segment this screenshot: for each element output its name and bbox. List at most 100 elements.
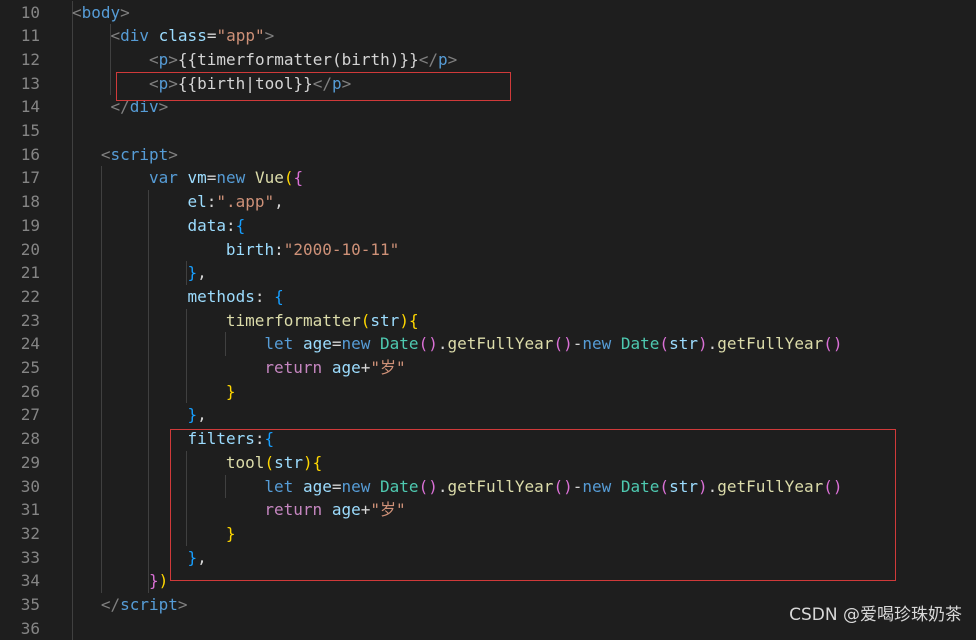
code-token: new [216,168,245,187]
code-token: Date [621,334,660,353]
line-code: <p>{{timerformatter(birth)}}</p> [149,48,457,72]
line-number: 18 [0,190,40,214]
code-token: > [265,26,275,45]
code-token: > [120,3,130,22]
code-token: ) [698,334,708,353]
code-token [322,358,332,377]
code-token: . [708,334,718,353]
line-number: 27 [0,403,40,427]
code-token: let [264,334,293,353]
code-token: ( [361,311,371,330]
code-token: str [669,334,698,353]
code-token: ( [284,168,294,187]
code-token: "岁" [370,358,405,377]
code-token: - [573,334,583,353]
line-number: 36 [0,617,40,640]
line-number: 32 [0,522,40,546]
code-line[interactable]: 26} [0,380,976,404]
code-token: str [370,311,399,330]
line-number: 25 [0,356,40,380]
line-number: 13 [0,72,40,96]
code-token: {{timerformatter(birth)}} [178,50,419,69]
line-code: data:{ [187,214,245,238]
code-line[interactable]: 21}, [0,261,976,285]
line-code: let age=new Date().getFullYear()-new Dat… [264,332,842,356]
code-line[interactable]: 10 <body> [0,1,976,25]
code-editor[interactable]: 10<body>11<div class="app">12<p>{{timerf… [0,0,976,635]
code-token: : [226,216,236,235]
code-token: { [274,287,284,306]
line-number: 30 [0,475,40,499]
code-token: script [111,145,169,164]
code-token: < [149,50,159,69]
line-number: 26 [0,380,40,404]
line-code: return age+"岁" [264,356,405,380]
code-line[interactable]: 18 el:".app", [0,190,976,214]
line-number: 16 [0,143,40,167]
code-token: body [82,3,121,22]
line-number: 10 [0,1,40,25]
line-number: 21 [0,261,40,285]
code-token: "2000-10-11" [284,240,400,259]
code-token [149,26,159,45]
code-token: "app" [216,26,264,45]
code-line[interactable]: 15 [0,119,976,143]
code-line[interactable]: 19data:{ [0,214,976,238]
code-token: : [274,240,284,259]
code-token: getFullYear [447,334,553,353]
code-token: , [197,263,207,282]
code-token: : [207,192,217,211]
line-number: 29 [0,451,40,475]
code-token [611,334,621,353]
code-token: script [120,595,178,614]
code-token: { [294,168,304,187]
code-token: var [149,168,178,187]
code-token: ) [399,311,409,330]
code-token: > [168,145,178,164]
code-line[interactable]: 17 var vm=new Vue({ [0,166,976,190]
code-token: < [72,3,82,22]
code-line[interactable]: 11 <div class="app"> [0,24,976,48]
code-token: { [236,216,246,235]
code-line[interactable]: 24let age=new Date().getFullYear()-new D… [0,332,976,356]
code-token [370,334,380,353]
code-token: } [187,405,197,424]
line-number: 35 [0,593,40,617]
code-token: el [187,192,206,211]
line-number: 24 [0,332,40,356]
code-token: < [110,26,120,45]
line-number: 23 [0,309,40,333]
code-line[interactable]: 27}, [0,403,976,427]
code-token: = [207,168,217,187]
line-number: 31 [0,498,40,522]
line-code: }) [149,569,168,593]
line-code: var vm=new Vue({ [149,166,303,190]
code-token: () [823,334,842,353]
code-token: vm [188,168,207,187]
code-line[interactable]: 16 <script> [0,143,976,167]
highlight-box-line-13 [116,72,511,101]
code-token: return [264,358,322,377]
code-line[interactable]: 23timerformatter(str){ [0,309,976,333]
line-code: <script> [101,143,178,167]
line-number: 20 [0,238,40,262]
line-code: }, [187,403,206,427]
code-token: < [101,145,111,164]
code-token: () [419,334,438,353]
line-code: el:".app", [187,190,283,214]
code-line[interactable]: 25 return age+"岁" [0,356,976,380]
line-code: <body> [72,1,130,25]
line-number: 11 [0,24,40,48]
code-line[interactable]: 12<p>{{timerformatter(birth)}}</p> [0,48,976,72]
code-line[interactable]: 20birth:"2000-10-11" [0,238,976,262]
code-token: Date [380,334,419,353]
line-number: 17 [0,166,40,190]
highlight-box-filters [170,429,896,581]
code-token: p [438,50,448,69]
code-token: </ [101,595,120,614]
line-code: } [226,380,236,404]
code-line[interactable]: 22methods: { [0,285,976,309]
line-code: <div class="app"> [110,24,274,48]
code-token: , [274,192,284,211]
line-number: 34 [0,569,40,593]
